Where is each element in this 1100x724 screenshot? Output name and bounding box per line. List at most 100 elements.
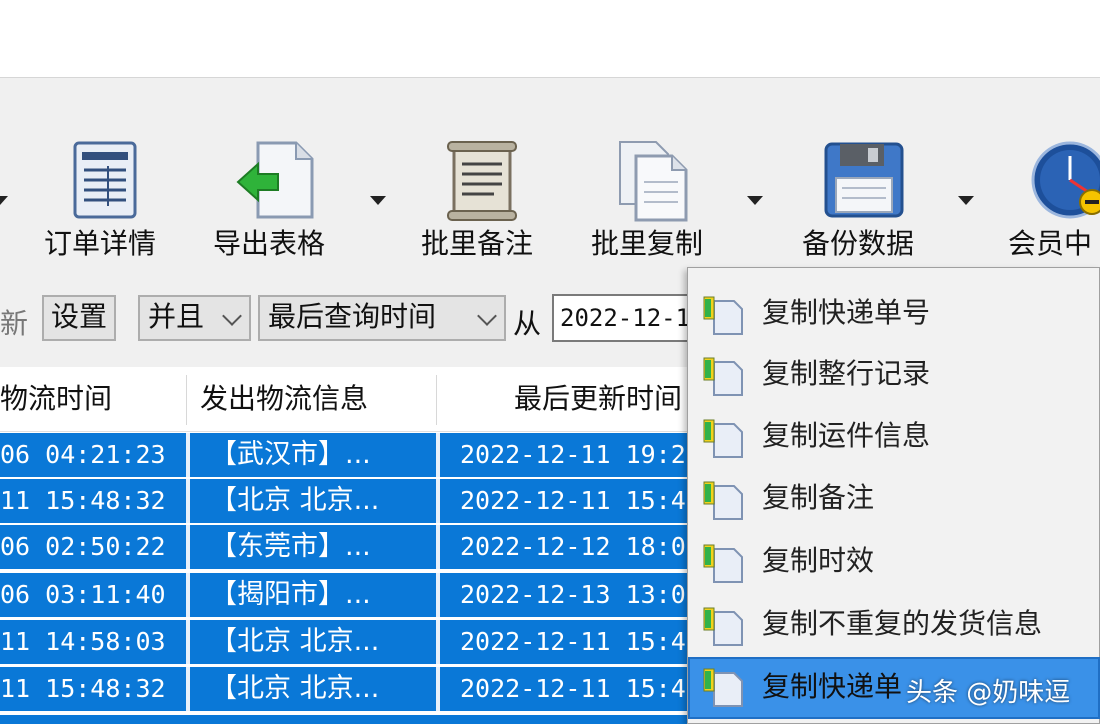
column-divider xyxy=(186,667,190,711)
chevron-down-icon xyxy=(222,306,242,326)
batch-copy-label: 批里复制 xyxy=(591,227,704,260)
export-table-label: 导出表格 xyxy=(213,227,326,260)
menu-item-label: 复制运件信息 xyxy=(762,419,931,452)
cell-last-updated: 2022-12-12 18:0 xyxy=(460,532,686,561)
cell-logistics-time: 06 02:50:22 xyxy=(0,532,166,561)
order-details-button[interactable] xyxy=(70,140,140,220)
menu-item-copy-unique-shipping-info[interactable]: 复制不重复的发货信息 xyxy=(688,596,1100,654)
chevron-down-icon[interactable] xyxy=(370,196,386,205)
logic-select-value: 并且 xyxy=(148,300,205,333)
toolbar: 订单详情 导出表格 批里备注 批里复制 备份数据 会员中 xyxy=(0,78,1100,275)
grid-header: 物流时间 发出物流信息 最后更新时间 xyxy=(0,367,700,432)
from-label: 从 xyxy=(513,307,542,340)
cell-logistics-time: 06 04:21:23 xyxy=(0,440,166,469)
cell-shipping-info: 【武汉市】... xyxy=(210,439,371,470)
column-divider xyxy=(186,479,190,523)
document-list-icon xyxy=(73,141,137,219)
batch-note-label: 批里备注 xyxy=(421,227,534,260)
export-arrow-icon xyxy=(236,141,314,219)
cell-logistics-time: 11 15:48:32 xyxy=(0,674,166,703)
copy-document-icon xyxy=(703,607,743,646)
menu-item-label: 复制不重复的发货信息 xyxy=(762,607,1043,640)
member-center-label: 会员中 xyxy=(1008,227,1093,260)
menu-item-copy-row[interactable]: 复制整行记录 xyxy=(688,346,1100,404)
column-header-logistics-time[interactable]: 物流时间 xyxy=(0,367,180,431)
backup-data-label: 备份数据 xyxy=(802,227,915,260)
logic-select[interactable]: 并且 xyxy=(138,295,251,341)
column-divider xyxy=(436,667,440,711)
cell-last-updated: 2022-12-11 15:4 xyxy=(460,674,686,703)
column-divider xyxy=(436,433,440,477)
chevron-down-icon[interactable] xyxy=(0,196,8,205)
refresh-label-partial[interactable]: 新 xyxy=(0,302,28,342)
export-table-button[interactable] xyxy=(236,140,316,220)
cell-last-updated: 2022-12-11 15:4 xyxy=(460,486,686,515)
watermark: 头条 @奶味逗 xyxy=(906,678,1071,708)
backup-data-button[interactable] xyxy=(824,140,904,220)
copy-document-icon xyxy=(703,357,743,396)
cell-logistics-time: 11 14:58:03 xyxy=(0,627,166,656)
column-divider xyxy=(436,479,440,523)
floppy-disk-icon xyxy=(824,142,904,218)
copy-pages-icon xyxy=(619,141,688,222)
column-divider[interactable] xyxy=(186,375,187,425)
column-divider xyxy=(186,573,190,617)
chevron-down-icon xyxy=(477,306,497,326)
menu-item-label: 复制整行记录 xyxy=(762,357,931,390)
column-divider[interactable] xyxy=(436,375,437,425)
cell-last-updated: 2022-12-11 19:2 xyxy=(460,440,686,469)
menu-item-copy-shipment-info[interactable]: 复制运件信息 xyxy=(688,408,1100,466)
cell-logistics-time: 11 15:48:32 xyxy=(0,486,166,515)
scroll-icon xyxy=(447,141,517,221)
copy-document-icon xyxy=(703,419,743,458)
column-header-last-updated[interactable]: 最后更新时间 xyxy=(514,367,700,431)
cell-shipping-info: 【东莞市】... xyxy=(210,531,371,562)
field-select-value: 最后查询时间 xyxy=(268,300,437,333)
menu-item-label: 复制快递单号 xyxy=(762,296,931,329)
field-select[interactable]: 最后查询时间 xyxy=(258,295,506,341)
column-divider xyxy=(436,620,440,664)
title-area xyxy=(0,0,1100,78)
copy-document-icon xyxy=(703,544,743,583)
column-divider xyxy=(436,573,440,617)
clock-icon xyxy=(1031,141,1100,219)
menu-item-copy-tracking-number[interactable]: 复制快递单号 xyxy=(688,285,1100,343)
cell-last-updated: 2022-12-13 13:0 xyxy=(460,580,686,609)
table-row[interactable]: 06 03:11:40 【揭阳市】... 2022-12-13 13:0 xyxy=(0,573,700,617)
column-divider xyxy=(186,620,190,664)
cell-shipping-info: 【揭阳市】... xyxy=(210,579,371,610)
member-center-button[interactable] xyxy=(1030,140,1100,222)
table-row[interactable]: 06 04:21:23 【武汉市】... 2022-12-11 19:2 xyxy=(0,433,700,477)
cell-shipping-info: 【北京 北京... xyxy=(210,485,380,516)
table-row[interactable] xyxy=(0,715,700,724)
batch-copy-button[interactable] xyxy=(616,140,690,222)
menu-item-copy-note[interactable]: 复制备注 xyxy=(688,470,1100,528)
cell-logistics-time: 06 03:11:40 xyxy=(0,580,166,609)
menu-item-label: 复制备注 xyxy=(762,481,875,514)
column-divider xyxy=(186,525,190,569)
settings-button[interactable]: 设置 xyxy=(42,295,116,341)
column-header-shipping-info[interactable]: 发出物流信息 xyxy=(200,367,430,431)
table-row[interactable]: 11 15:48:32 【北京 北京... 2022-12-11 15:4 xyxy=(0,667,700,711)
chevron-down-icon[interactable] xyxy=(958,196,974,205)
menu-item-label: 复制时效 xyxy=(762,544,875,577)
copy-context-menu: 复制快递单号 复制整行记录 复制运件信息 复制备注 复制时效 复制不重复的发货信… xyxy=(687,267,1100,724)
order-details-label: 订单详情 xyxy=(44,227,157,260)
menu-item-copy-duration[interactable]: 复制时效 xyxy=(688,533,1100,591)
results-grid: 物流时间 发出物流信息 最后更新时间 06 04:21:23 【武汉市】... … xyxy=(0,367,700,724)
copy-document-icon xyxy=(703,481,743,520)
batch-note-button[interactable] xyxy=(446,140,518,222)
copy-document-icon xyxy=(703,296,743,335)
table-row[interactable]: 06 02:50:22 【东莞市】... 2022-12-12 18:0 xyxy=(0,525,700,569)
settings-button-label: 设置 xyxy=(50,300,107,333)
cell-shipping-info: 【北京 北京... xyxy=(210,673,380,704)
chevron-down-icon[interactable] xyxy=(747,196,763,205)
copy-document-icon xyxy=(703,668,743,707)
column-divider xyxy=(186,433,190,477)
menu-item-label: 复制快递单 xyxy=(762,670,903,703)
column-divider xyxy=(436,525,440,569)
cell-shipping-info: 【北京 北京... xyxy=(210,626,380,657)
table-row[interactable]: 11 15:48:32 【北京 北京... 2022-12-11 15:4 xyxy=(0,479,700,523)
table-row[interactable]: 11 14:58:03 【北京 北京... 2022-12-11 15:4 xyxy=(0,620,700,664)
cell-last-updated: 2022-12-11 15:4 xyxy=(460,627,686,656)
